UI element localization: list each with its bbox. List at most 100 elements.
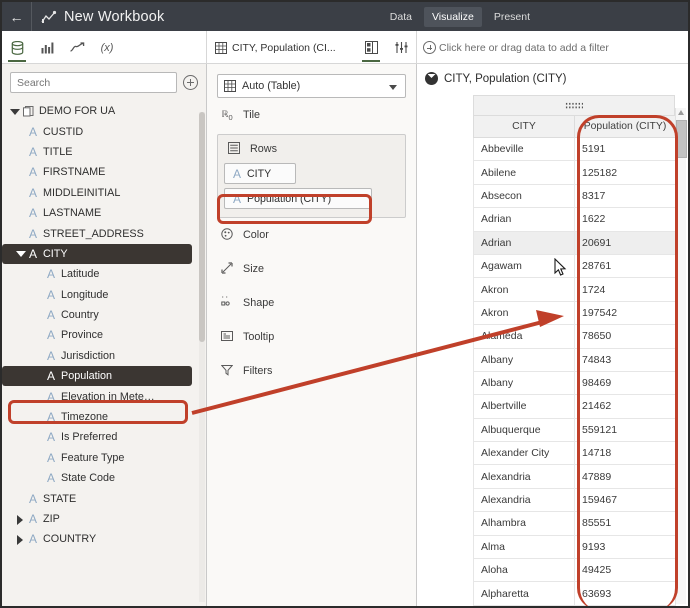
tree-item-population[interactable]: A Population	[2, 366, 192, 387]
pill-population[interactable]: A Population (CITY)	[224, 188, 372, 209]
table-row[interactable]: Akron 197542	[473, 300, 676, 326]
text-field-icon: A	[28, 532, 37, 547]
table-row[interactable]: Albany 98469	[473, 370, 676, 396]
filter-shelf[interactable]: Click here or drag data to add a filter	[417, 31, 688, 64]
table-row[interactable]: Albany 74843	[473, 347, 676, 372]
layout-panel-icon[interactable]	[356, 31, 386, 64]
table-row[interactable]: Alameda 78650	[473, 324, 676, 349]
table-row[interactable]: Adrian 20691	[473, 230, 676, 255]
cell-population: 9193	[574, 534, 676, 560]
tree-item-longitude[interactable]: A Longitude	[2, 285, 206, 305]
table-row[interactable]: Aloha 49425	[473, 558, 676, 583]
settings-sliders-icon[interactable]	[386, 31, 416, 64]
table-row[interactable]: Alma 9193	[473, 534, 676, 560]
rows-shelf[interactable]: Rows A CITY A Population (CITY)	[217, 134, 406, 218]
add-field-icon[interactable]	[183, 75, 198, 90]
table-row[interactable]: Absecon 8317	[473, 183, 676, 209]
column-header-city[interactable]: CITY	[473, 115, 575, 138]
tab-visualize[interactable]: Visualize	[423, 6, 482, 27]
tree-item-label: ZIP	[43, 513, 60, 525]
tree-item-street-address[interactable]: A STREET_ADDRESS	[2, 223, 206, 243]
tree-item-country[interactable]: A Country	[2, 305, 206, 325]
tree-item-state-code[interactable]: A State Code	[2, 468, 206, 488]
text-field-icon: A	[46, 471, 55, 486]
bar-chart-icon[interactable]	[32, 31, 62, 64]
shelf-color[interactable]: Color	[217, 218, 406, 252]
table-row[interactable]: Albuquerque 559121	[473, 417, 676, 443]
shelf-shape[interactable]: Shape	[217, 286, 406, 320]
cell-population: 74843	[574, 347, 676, 372]
table-row[interactable]: Abilene 125182	[473, 160, 676, 185]
table-row[interactable]: Alexander City 14718	[473, 441, 676, 466]
tree-item-demo-for-ua[interactable]: DEMO FOR UA	[2, 101, 206, 121]
pill-city-label: CITY	[247, 167, 272, 180]
drag-handle-icon[interactable]	[473, 95, 675, 115]
pill-city[interactable]: A CITY	[224, 163, 296, 184]
table-row[interactable]: Agawam 28761	[473, 253, 676, 279]
caret-right-icon[interactable]	[16, 514, 25, 525]
tab-data[interactable]: Data	[382, 7, 420, 27]
table-row[interactable]: Alhambra 85551	[473, 511, 676, 536]
tree-item-latitude[interactable]: A Latitude	[2, 264, 206, 284]
scrollbar-thumb[interactable]	[676, 120, 687, 158]
tree-item-state[interactable]: A STATE	[2, 488, 206, 508]
tree-item-label: Jurisdiction	[61, 349, 116, 362]
tree-item-firstname[interactable]: A FIRSTNAME	[2, 162, 206, 182]
pill-population-label: Population (CITY)	[247, 192, 332, 205]
caret-right-icon[interactable]	[16, 534, 25, 545]
tree-item-label: Feature Type	[61, 451, 125, 464]
tree-item-city[interactable]: A CITY	[2, 243, 192, 265]
vertical-scrollbar[interactable]	[675, 108, 687, 604]
table-row[interactable]: Adrian 1622	[473, 207, 676, 232]
database-icon[interactable]	[2, 31, 32, 64]
table-header-row: CITY Population (CITY)	[473, 115, 676, 138]
tree-item-jurisdiction[interactable]: A Jurisdiction	[2, 346, 206, 366]
table-row[interactable]: Akron 1724	[473, 277, 676, 302]
tile-icon: ℝ0	[221, 108, 233, 122]
mark-type-select[interactable]: Auto (Table)	[217, 74, 406, 98]
table-row[interactable]: Albertville 21462	[473, 394, 676, 419]
tree-item-is-preferred[interactable]: A Is Preferred	[2, 427, 206, 447]
trend-line-icon[interactable]	[62, 31, 92, 64]
tree-item-feature-type[interactable]: A Feature Type	[2, 448, 206, 468]
tree-item-label: Population	[61, 370, 113, 383]
sheet-tab-city-population[interactable]: CITY, Population (CI...	[207, 41, 336, 54]
tree-item-zip[interactable]: A ZIP	[2, 509, 206, 529]
tree-item-timezone[interactable]: A Timezone	[2, 407, 206, 427]
text-field-icon: A	[28, 491, 37, 506]
column-header-population[interactable]: Population (CITY)	[574, 115, 676, 138]
back-arrow-icon[interactable]: ←	[2, 2, 32, 31]
tree-item-lastname[interactable]: A LASTNAME	[2, 203, 206, 223]
tree-item-province[interactable]: A Province	[2, 325, 206, 345]
tree-item-middleinitial[interactable]: A MIDDLEINITIAL	[2, 183, 206, 203]
search-input[interactable]	[10, 72, 177, 93]
sidebar-scrollbar-thumb[interactable]	[199, 112, 205, 342]
text-field-icon: A	[28, 246, 37, 261]
add-filter-dropzone[interactable]: Click here or drag data to add a filter	[417, 31, 688, 64]
caret-down-icon[interactable]	[16, 249, 26, 258]
toolbar-row: (x) CITY, Population (CI... Click here o…	[2, 31, 688, 64]
cell-city: Alameda	[473, 324, 575, 349]
scroll-up-arrow-icon[interactable]	[678, 110, 684, 115]
shelf-tile[interactable]: ℝ0 Tile	[217, 98, 406, 132]
shelf-filters[interactable]: Filters	[217, 354, 406, 388]
tree-item-label: State Code	[61, 472, 116, 485]
tab-present[interactable]: Present	[486, 7, 538, 27]
table-row[interactable]: Alexandria 47889	[473, 464, 676, 489]
tree-item-label: CUSTID	[43, 125, 84, 138]
caret-down-icon[interactable]	[10, 107, 20, 116]
shelf-size[interactable]: Size	[217, 252, 406, 286]
tree-item-elevation-in-mete[interactable]: A Elevation in Mete…	[2, 386, 206, 406]
shelf-tooltip[interactable]: Tooltip	[217, 320, 406, 354]
tree-item-label: STREET_ADDRESS	[43, 227, 144, 240]
table-row[interactable]: Abbeville 5191	[473, 136, 676, 162]
table-row[interactable]: Alpharetta 63693	[473, 581, 676, 606]
cell-population: 8317	[574, 183, 676, 209]
sidebar-scrollbar[interactable]	[199, 112, 205, 602]
tree-item-custid[interactable]: A CUSTID	[2, 121, 206, 141]
table-row[interactable]: Alexandria 159467	[473, 487, 676, 513]
tree-item-title[interactable]: A TITLE	[2, 142, 206, 162]
calculation-icon[interactable]: (x)	[92, 31, 122, 64]
tree-item-label: Elevation in Mete…	[61, 390, 155, 403]
tree-item-country[interactable]: A COUNTRY	[2, 529, 206, 549]
